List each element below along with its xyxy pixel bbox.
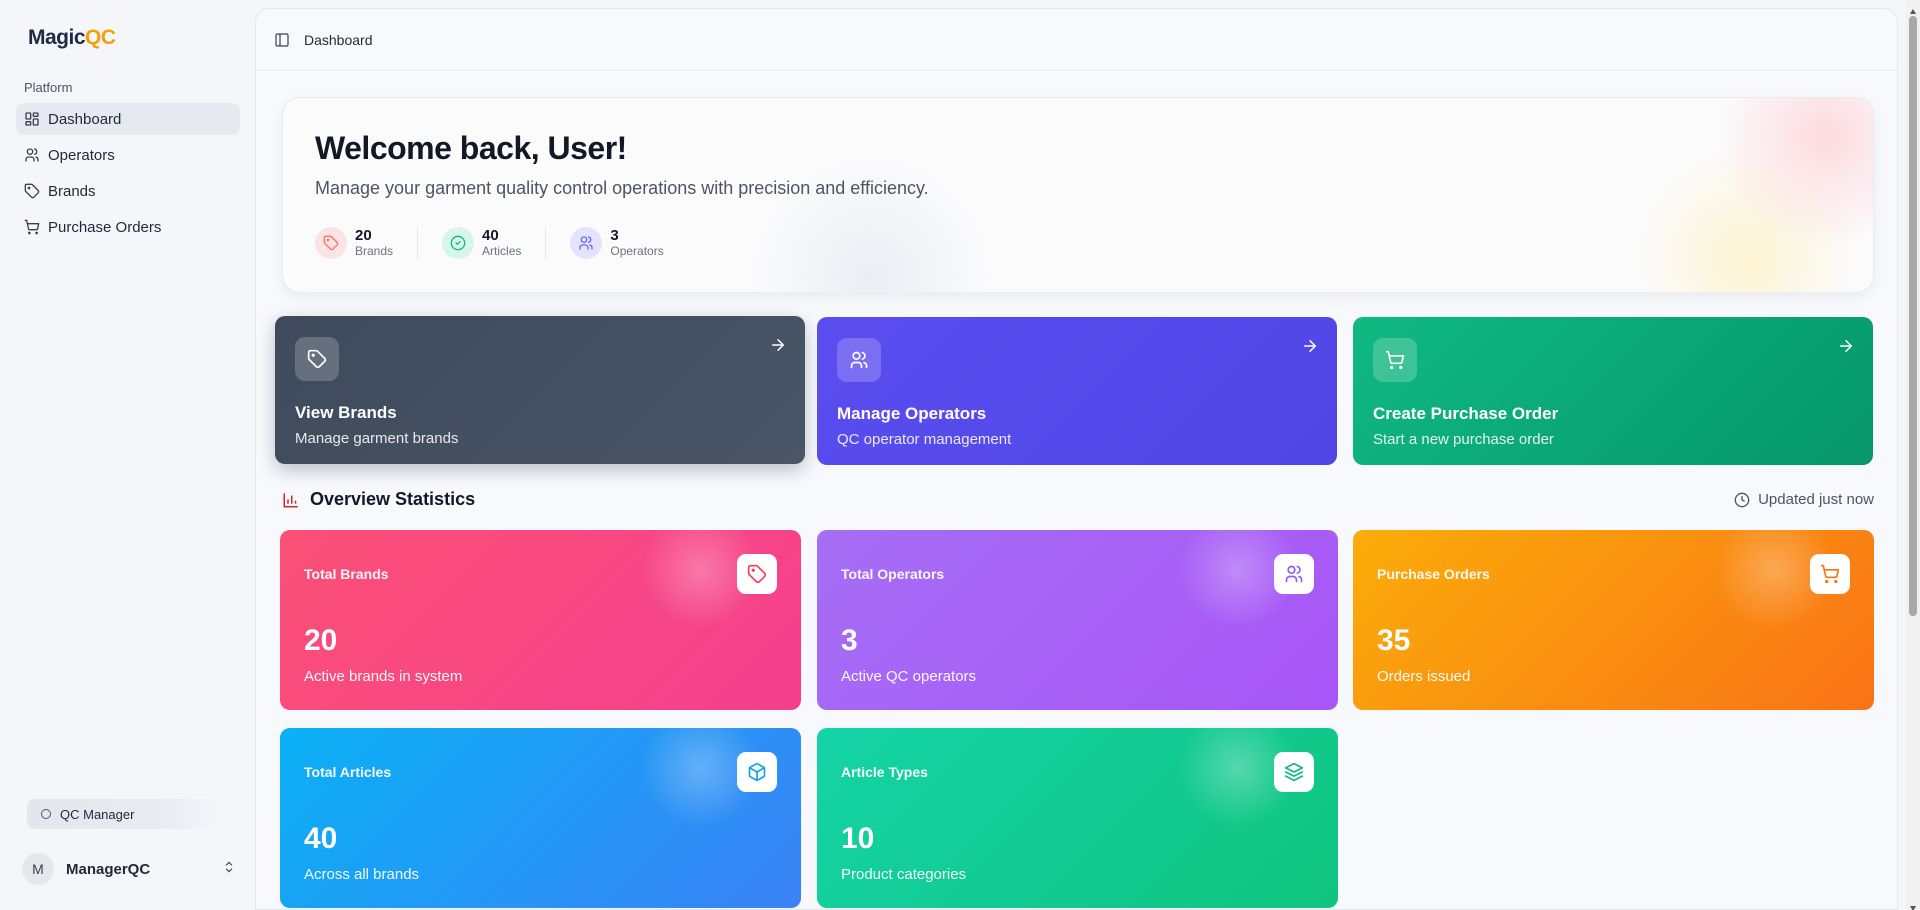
user-menu-button[interactable]: M ManagerQC [22, 852, 236, 886]
users-icon [837, 338, 881, 382]
action-subtitle: Manage garment brands [295, 430, 459, 447]
updated-text: Updated just now [1758, 491, 1874, 508]
arrow-right-icon [1837, 337, 1855, 355]
avatar: M [22, 853, 54, 885]
welcome-title: Welcome back, User! [315, 130, 627, 166]
tag-icon [737, 554, 777, 594]
view-brands-card[interactable]: View Brands Manage garment brands [275, 316, 805, 464]
bar-chart-icon [283, 492, 298, 507]
sidebar-toggle-icon[interactable] [274, 32, 290, 48]
app-logo[interactable]: MagicQC [28, 26, 116, 50]
scroll-down-arrow-icon[interactable] [1909, 899, 1917, 910]
welcome-stat-articles: 40 Articles [442, 226, 547, 260]
stat-card-total-operators[interactable]: Total Operators 3 Active QC operators [817, 530, 1338, 710]
welcome-subtitle: Manage your garment quality control oper… [315, 178, 929, 198]
tag-icon [295, 337, 339, 381]
sidebar-item-brands[interactable]: Brands [16, 175, 240, 207]
cart-icon [24, 219, 40, 235]
topbar: Dashboard [256, 9, 1897, 71]
sidebar-item-purchase-orders[interactable]: Purchase Orders [16, 211, 240, 243]
cart-icon [1810, 554, 1850, 594]
stat-card-value: 3 [841, 624, 858, 657]
stat-card-desc: Orders issued [1377, 668, 1471, 685]
users-icon [570, 227, 603, 259]
nav-group-label: Platform [24, 80, 73, 95]
stat-value: 20 [355, 227, 372, 244]
sidebar-item-label: Operators [48, 146, 115, 164]
stat-card-value: 20 [304, 624, 338, 657]
action-subtitle: Start a new purchase order [1373, 431, 1554, 448]
stat-card-label: Article Types [841, 764, 928, 780]
stat-card-value: 40 [304, 822, 338, 855]
logo-text-magic: Magic [28, 26, 86, 49]
stat-card-total-brands[interactable]: Total Brands 20 Active brands in system [280, 530, 801, 710]
stat-card-desc: Active QC operators [841, 668, 977, 685]
dashboard-grid-icon [25, 112, 39, 126]
role-badge: QC Manager [27, 799, 217, 829]
sidebar-item-label: Dashboard [48, 110, 122, 128]
stat-card-article-types[interactable]: Article Types 10 Product categories [817, 728, 1338, 908]
scrollbar-thumb[interactable] [1909, 16, 1917, 616]
arrow-right-icon [769, 336, 787, 354]
manage-operators-card[interactable]: Manage Operators QC operator management [817, 317, 1337, 465]
arrow-right-icon [1301, 337, 1319, 355]
layers-icon [1274, 752, 1314, 792]
stat-card-label: Total Brands [304, 566, 389, 582]
main-content: Dashboard Welcome back, User! Manage you… [255, 8, 1898, 910]
welcome-banner: Welcome back, User! Manage your garment … [282, 97, 1874, 293]
stat-label: Articles [482, 244, 522, 258]
stat-card-label: Purchase Orders [1377, 566, 1490, 582]
role-badge-label: QC Manager [60, 806, 135, 822]
stat-card-label: Total Articles [304, 764, 392, 780]
user-name: ManagerQC [66, 860, 151, 878]
action-title: Create Purchase Order [1373, 404, 1559, 423]
stat-card-total-articles[interactable]: Total Articles 40 Across all brands [280, 728, 801, 908]
chevrons-up-down-icon [222, 858, 236, 881]
box-icon [737, 752, 777, 792]
welcome-stats: 20 Brands 40 Articles 3 Operators [315, 226, 712, 260]
stat-card-purchase-orders[interactable]: Purchase Orders 35 Orders issued [1353, 530, 1874, 710]
stat-card-desc: Active brands in system [304, 668, 463, 685]
stat-value: 3 [610, 227, 619, 244]
breadcrumb: Dashboard [304, 31, 373, 48]
users-icon [1274, 554, 1314, 594]
sidebar-item-label: Purchase Orders [48, 218, 162, 236]
stat-card-label: Total Operators [841, 566, 945, 582]
tag-icon [24, 183, 40, 199]
welcome-stat-operators: 3 Operators [570, 226, 687, 260]
overview-header: Overview Statistics [282, 489, 475, 510]
check-circle-icon [442, 227, 475, 259]
section-title: Overview Statistics [310, 489, 476, 509]
updated-status: Updated just now [1734, 491, 1874, 508]
scroll-up-arrow-icon[interactable] [1909, 3, 1917, 14]
page-scrollbar[interactable] [1906, 0, 1920, 910]
stat-card-value: 10 [841, 822, 875, 855]
sidebar-item-dashboard[interactable]: Dashboard [16, 103, 240, 135]
welcome-stat-brands: 20 Brands [315, 226, 419, 260]
action-title: Manage Operators [837, 404, 987, 423]
stat-card-desc: Across all brands [304, 866, 420, 883]
create-purchase-order-card[interactable]: Create Purchase Order Start a new purcha… [1353, 317, 1873, 465]
circle-icon [41, 809, 51, 819]
stat-card-desc: Product categories [841, 866, 967, 883]
sidebar: MagicQC Platform Dashboard Operators Bra… [0, 0, 255, 910]
logo-text-qc: QC [85, 26, 116, 49]
sidebar-nav: Dashboard Operators Brands Purchase Orde… [16, 103, 240, 247]
sidebar-item-label: Brands [48, 182, 96, 200]
stat-card-value: 35 [1377, 624, 1411, 657]
stat-value: 40 [482, 227, 499, 244]
action-subtitle: QC operator management [837, 431, 1012, 448]
action-title: View Brands [295, 403, 397, 422]
cart-icon [1373, 338, 1417, 382]
sidebar-item-operators[interactable]: Operators [16, 139, 240, 171]
clock-icon [1734, 492, 1750, 507]
stat-label: Operators [610, 244, 664, 258]
tag-icon [315, 227, 347, 259]
users-icon [25, 148, 39, 162]
stat-label: Brands [355, 244, 394, 258]
